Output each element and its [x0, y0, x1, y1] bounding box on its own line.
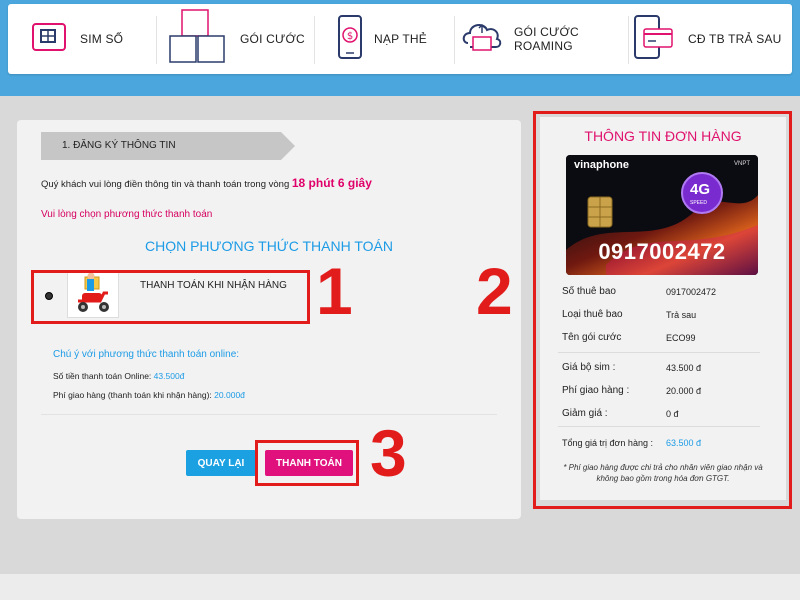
online-amount-label: Số tiền thanh toán Online:: [53, 371, 152, 381]
total-label: Tổng giá trị đơn hàng :: [562, 438, 653, 448]
cloud-roaming-icon: [460, 19, 504, 60]
order-summary-panel: THÔNG TIN ĐƠN HÀNG vinaphone VNPT 4G SPE…: [540, 117, 786, 500]
back-button[interactable]: QUAY LẠI: [186, 450, 256, 476]
mobile-topup-icon: $: [338, 14, 362, 64]
price-value: 43.500 đ: [666, 363, 702, 373]
shipping-fee-value: 20.000đ: [214, 390, 245, 400]
price-label: Giá bộ sim :: [562, 362, 616, 373]
vnpt-logo: VNPT: [733, 161, 750, 167]
shipping-footnote: * Phí giao hàng được chi trả cho nhân vi…: [563, 463, 763, 483]
credit-card-icon: [634, 14, 674, 64]
section-divider: [41, 414, 497, 415]
annotation-number-2: 2: [476, 254, 513, 328]
row-label: Tên gói cước: [562, 332, 622, 343]
sim-card-icon: [32, 22, 66, 56]
row-value: 0917002472: [666, 287, 717, 297]
nav-item-nap-the[interactable]: $ NẠP THẺ: [338, 4, 458, 74]
nav-item-cd-tb-tra-sau[interactable]: CĐ TB TRẢ SAU: [634, 4, 790, 74]
row-label: Số thuê bao: [562, 286, 616, 297]
nav-item-goi-cuoc-roaming[interactable]: GÓI CƯỚC ROAMING: [460, 4, 632, 74]
annotation-box-pay-button: [255, 440, 359, 486]
nav-label: SIM SỐ: [80, 32, 124, 46]
online-amount-line: Số tiền thanh toán Online: 43.500đ: [53, 371, 184, 381]
nav-item-sim-so[interactable]: SIM SỐ: [32, 4, 162, 74]
nav-divider: [314, 16, 315, 64]
svg-text:$: $: [347, 31, 353, 42]
top-navigation: SIM SỐ GÓI CƯỚC $ NẠP THẺ GÓI CƯỚC ROAMI…: [8, 4, 792, 74]
step-indicator: 1. ĐĂNG KÝ THÔNG TIN: [41, 132, 295, 160]
payment-warning: Vui lòng chọn phương thức thanh toán: [41, 209, 213, 220]
annotation-box-payment-option: [31, 270, 310, 324]
package-boxes-icon: [168, 8, 228, 70]
nav-divider: [628, 16, 629, 64]
total-value: 63.500 đ: [666, 438, 702, 448]
nav-label: GÓI CƯỚC: [240, 32, 305, 46]
nav-item-goi-cuoc[interactable]: GÓI CƯỚC: [168, 4, 308, 74]
badge-4g: 4G: [690, 181, 711, 198]
payment-method-title: CHỌN PHƯƠNG THỨC THANH TOÁN: [144, 238, 393, 254]
card-phone-number: 0917002472: [598, 239, 726, 264]
nav-label: NẠP THẺ: [374, 32, 427, 46]
shipping-fee-label: Phí giao hàng (thanh toán khi nhận hàng)…: [53, 390, 212, 400]
price-label: Giảm giá :: [562, 408, 608, 419]
timer-value: 18 phút 6 giây: [291, 176, 372, 190]
annotation-number-1: 1: [316, 254, 353, 328]
nav-divider: [454, 16, 455, 64]
timer-prefix: Quý khách vui lòng điền thông tin và tha…: [41, 179, 290, 190]
nav-label: GÓI CƯỚC ROAMING: [514, 25, 579, 53]
timer-message: Quý khách vui lòng điền thông tin và tha…: [41, 176, 372, 190]
row-divider: [558, 352, 760, 353]
row-label: Loại thuê bao: [562, 309, 623, 320]
sim-card-image: vinaphone VNPT 4G SPEED 0917002472: [566, 155, 758, 275]
price-label: Phí giao hàng :: [562, 385, 630, 396]
nav-divider: [156, 16, 157, 64]
annotation-number-3: 3: [370, 416, 407, 490]
row-value: ECO99: [666, 333, 696, 343]
step-label: 1. ĐĂNG KÝ THÔNG TIN: [62, 140, 176, 151]
online-payment-note-title: Chú ý với phương thức thanh toán online:: [53, 349, 240, 360]
vinaphone-logo: vinaphone: [574, 159, 630, 171]
price-value: 20.000 đ: [666, 386, 702, 396]
page-bottom: [0, 574, 800, 600]
row-divider: [558, 426, 760, 427]
online-amount-value: 43.500đ: [153, 371, 185, 381]
nav-label: CĐ TB TRẢ SAU: [688, 32, 782, 46]
order-title: THÔNG TIN ĐƠN HÀNG: [584, 128, 742, 144]
price-value: 0 đ: [666, 409, 679, 419]
shipping-fee-line: Phí giao hàng (thanh toán khi nhận hàng)…: [53, 390, 245, 400]
badge-speed: SPEED: [690, 200, 707, 206]
row-value: Trả sau: [666, 310, 697, 320]
